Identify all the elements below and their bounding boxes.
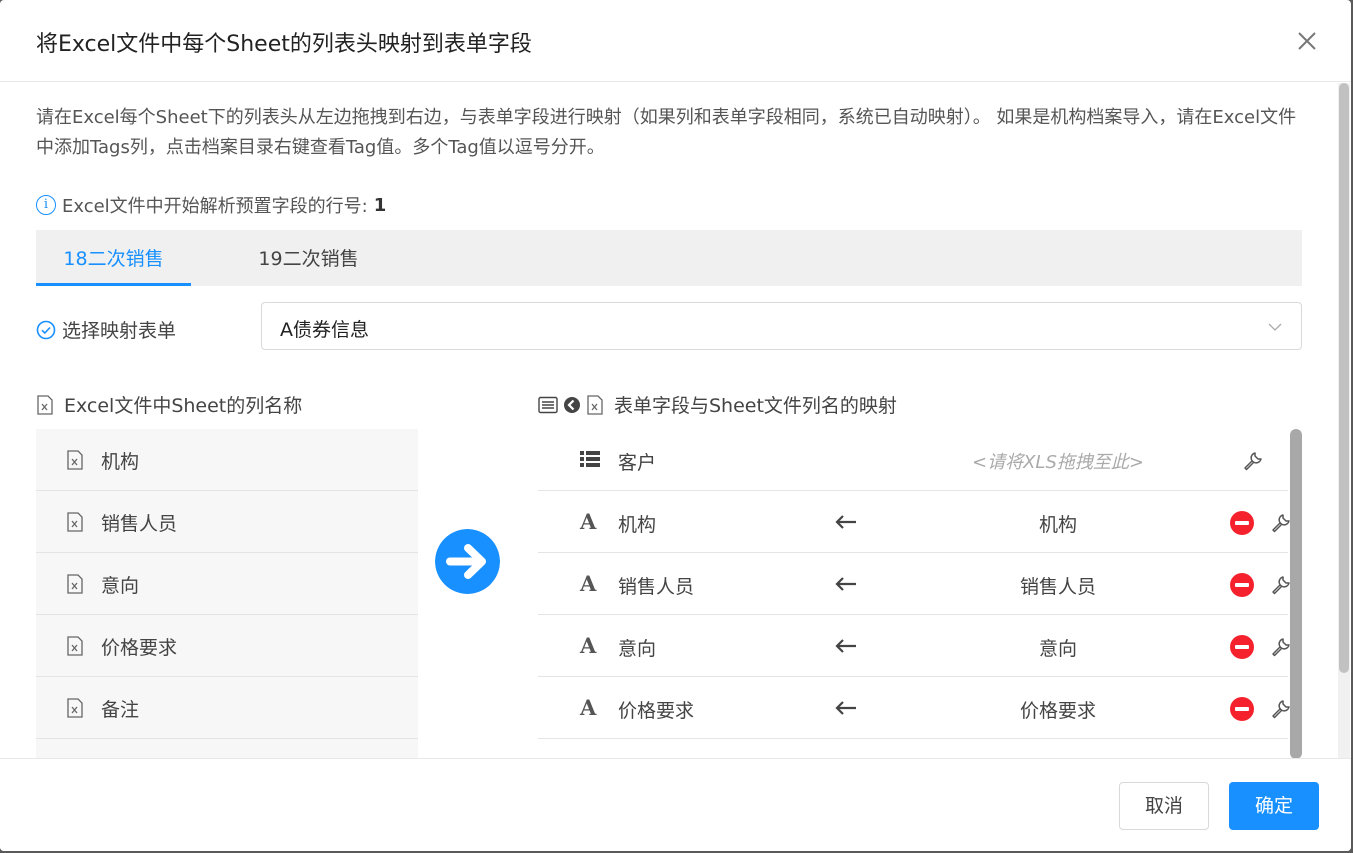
excel-file-icon — [67, 512, 83, 532]
right-section-title-text: 表单字段与Sheet文件列名的映射 — [614, 395, 897, 417]
wrench-icon[interactable] — [1270, 698, 1292, 720]
right-section-title: 表单字段与Sheet文件列名的映射 — [538, 391, 897, 418]
check-circle-icon — [36, 320, 56, 339]
arrow-left-icon — [835, 577, 856, 591]
excel-file-icon — [37, 394, 53, 415]
list-icon — [538, 396, 558, 413]
excel-column-label: 备注 — [101, 699, 140, 721]
dialog-scrollbar[interactable] — [1338, 83, 1350, 758]
ok-button[interactable]: 确定 — [1229, 782, 1319, 830]
dialog-body: 请在Excel每个Sheet下的列表头从左边拖拽到右边，与表单字段进行映射（如果… — [0, 83, 1336, 758]
form-select-value: A债券信息 — [280, 319, 369, 341]
wrench-icon[interactable] — [1270, 512, 1292, 534]
cancel-button[interactable]: 取消 — [1119, 782, 1209, 830]
field-name: 价格要求 — [618, 700, 695, 722]
excel-file-icon — [67, 450, 83, 470]
remove-mapping-button[interactable] — [1230, 573, 1254, 597]
wrench-icon[interactable] — [1242, 450, 1264, 472]
arrow-right-circle-icon[interactable] — [435, 529, 500, 594]
text-type-icon: A — [580, 633, 597, 658]
mapped-column: 价格要求 — [1019, 700, 1096, 722]
excel-file-icon — [67, 574, 83, 594]
arrow-left-icon — [835, 639, 856, 653]
arrow-left-icon — [835, 515, 856, 529]
excel-column-item[interactable]: 销售人员 — [36, 491, 418, 553]
excel-column-item-partial[interactable] — [36, 739, 418, 758]
field-mapping-list: 客户 <请将XLS拖拽至此> A 机构 机构 A 销售人员 销售人员 A 意向 … — [538, 429, 1290, 758]
remove-mapping-button[interactable] — [1230, 635, 1254, 659]
arrow-left-icon — [835, 701, 856, 715]
excel-column-item[interactable]: 价格要求 — [36, 615, 418, 677]
mapping-row: A 机构 机构 — [538, 491, 1290, 553]
mapping-row: A 价格要求 价格要求 — [538, 677, 1290, 739]
excel-column-label: 销售人员 — [101, 513, 178, 535]
excel-file-icon — [67, 636, 83, 656]
description-text: 请在Excel每个Sheet下的列表头从左边拖拽到右边，与表单字段进行映射（如果… — [36, 107, 1297, 158]
mapping-list-scrollbar[interactable] — [1290, 429, 1302, 758]
close-icon[interactable] — [1294, 28, 1320, 54]
tab-sheet-19[interactable]: 19二次销售 — [246, 230, 371, 286]
mapping-row-header: 客户 <请将XLS拖拽至此> — [538, 429, 1288, 491]
remove-mapping-button[interactable] — [1230, 511, 1254, 535]
dialog-scroll-thumb[interactable] — [1339, 83, 1349, 673]
info-icon: i — [36, 195, 56, 215]
tab-sheet-18[interactable]: 18二次销售 — [36, 230, 191, 286]
select-form-label-text: 选择映射表单 — [62, 320, 177, 342]
left-section-title-text: Excel文件中Sheet的列名称 — [64, 395, 303, 417]
excel-column-item[interactable]: 备注 — [36, 677, 418, 739]
dialog-title: 将Excel文件中每个Sheet的列表头映射到表单字段 — [36, 32, 532, 57]
start-row-hint: i Excel文件中开始解析预置字段的行号: 1 — [36, 192, 386, 218]
mapped-column: 机构 — [1038, 514, 1077, 536]
wrench-icon[interactable] — [1270, 636, 1292, 658]
chevron-down-icon — [1268, 323, 1282, 331]
excel-file-icon — [67, 698, 83, 718]
form-select[interactable]: A债券信息 — [261, 302, 1302, 350]
text-type-icon: A — [580, 509, 597, 534]
excel-column-label: 机构 — [101, 451, 140, 473]
mapping-dialog: 将Excel文件中每个Sheet的列表头映射到表单字段 请在Excel每个She… — [0, 0, 1351, 851]
dialog-header: 将Excel文件中每个Sheet的列表头映射到表单字段 — [0, 0, 1351, 82]
mapped-column: 销售人员 — [1019, 576, 1096, 598]
drop-zone[interactable]: <请将XLS拖拽至此> — [958, 448, 1158, 474]
excel-column-list: 机构 销售人员 意向 价格要求 备注 — [36, 429, 418, 758]
remove-mapping-button[interactable] — [1230, 697, 1254, 721]
mapping-list-scroll-thumb[interactable] — [1290, 429, 1302, 758]
excel-column-label: 价格要求 — [101, 637, 178, 659]
mapping-row: A 意向 意向 — [538, 615, 1290, 677]
excel-column-item[interactable]: 意向 — [36, 553, 418, 615]
mapped-column: 意向 — [1038, 638, 1077, 660]
excel-column-label: 意向 — [101, 575, 140, 597]
select-form-label: 选择映射表单 — [36, 316, 176, 343]
start-row-label: Excel文件中开始解析预置字段的行号: — [62, 196, 368, 217]
excel-file-icon — [587, 394, 603, 415]
wrench-icon[interactable] — [1270, 574, 1292, 596]
left-section-title: Excel文件中Sheet的列名称 — [36, 391, 302, 418]
field-name: 机构 — [618, 514, 657, 536]
field-name: 意向 — [618, 638, 657, 660]
sheet-tabs: 18二次销售 19二次销售 — [36, 230, 1302, 286]
list-bullets-icon — [580, 451, 600, 467]
mapping-row: A 销售人员 销售人员 — [538, 553, 1290, 615]
field-name: 销售人员 — [618, 576, 695, 598]
dialog-footer: 取消 确定 — [0, 758, 1351, 851]
text-type-icon: A — [580, 571, 597, 596]
excel-column-item[interactable]: 机构 — [36, 429, 418, 491]
start-row-value: 1 — [373, 194, 387, 216]
arrow-circle-left-icon — [564, 396, 580, 413]
field-name: 客户 — [618, 452, 657, 474]
text-type-icon: A — [580, 695, 597, 720]
